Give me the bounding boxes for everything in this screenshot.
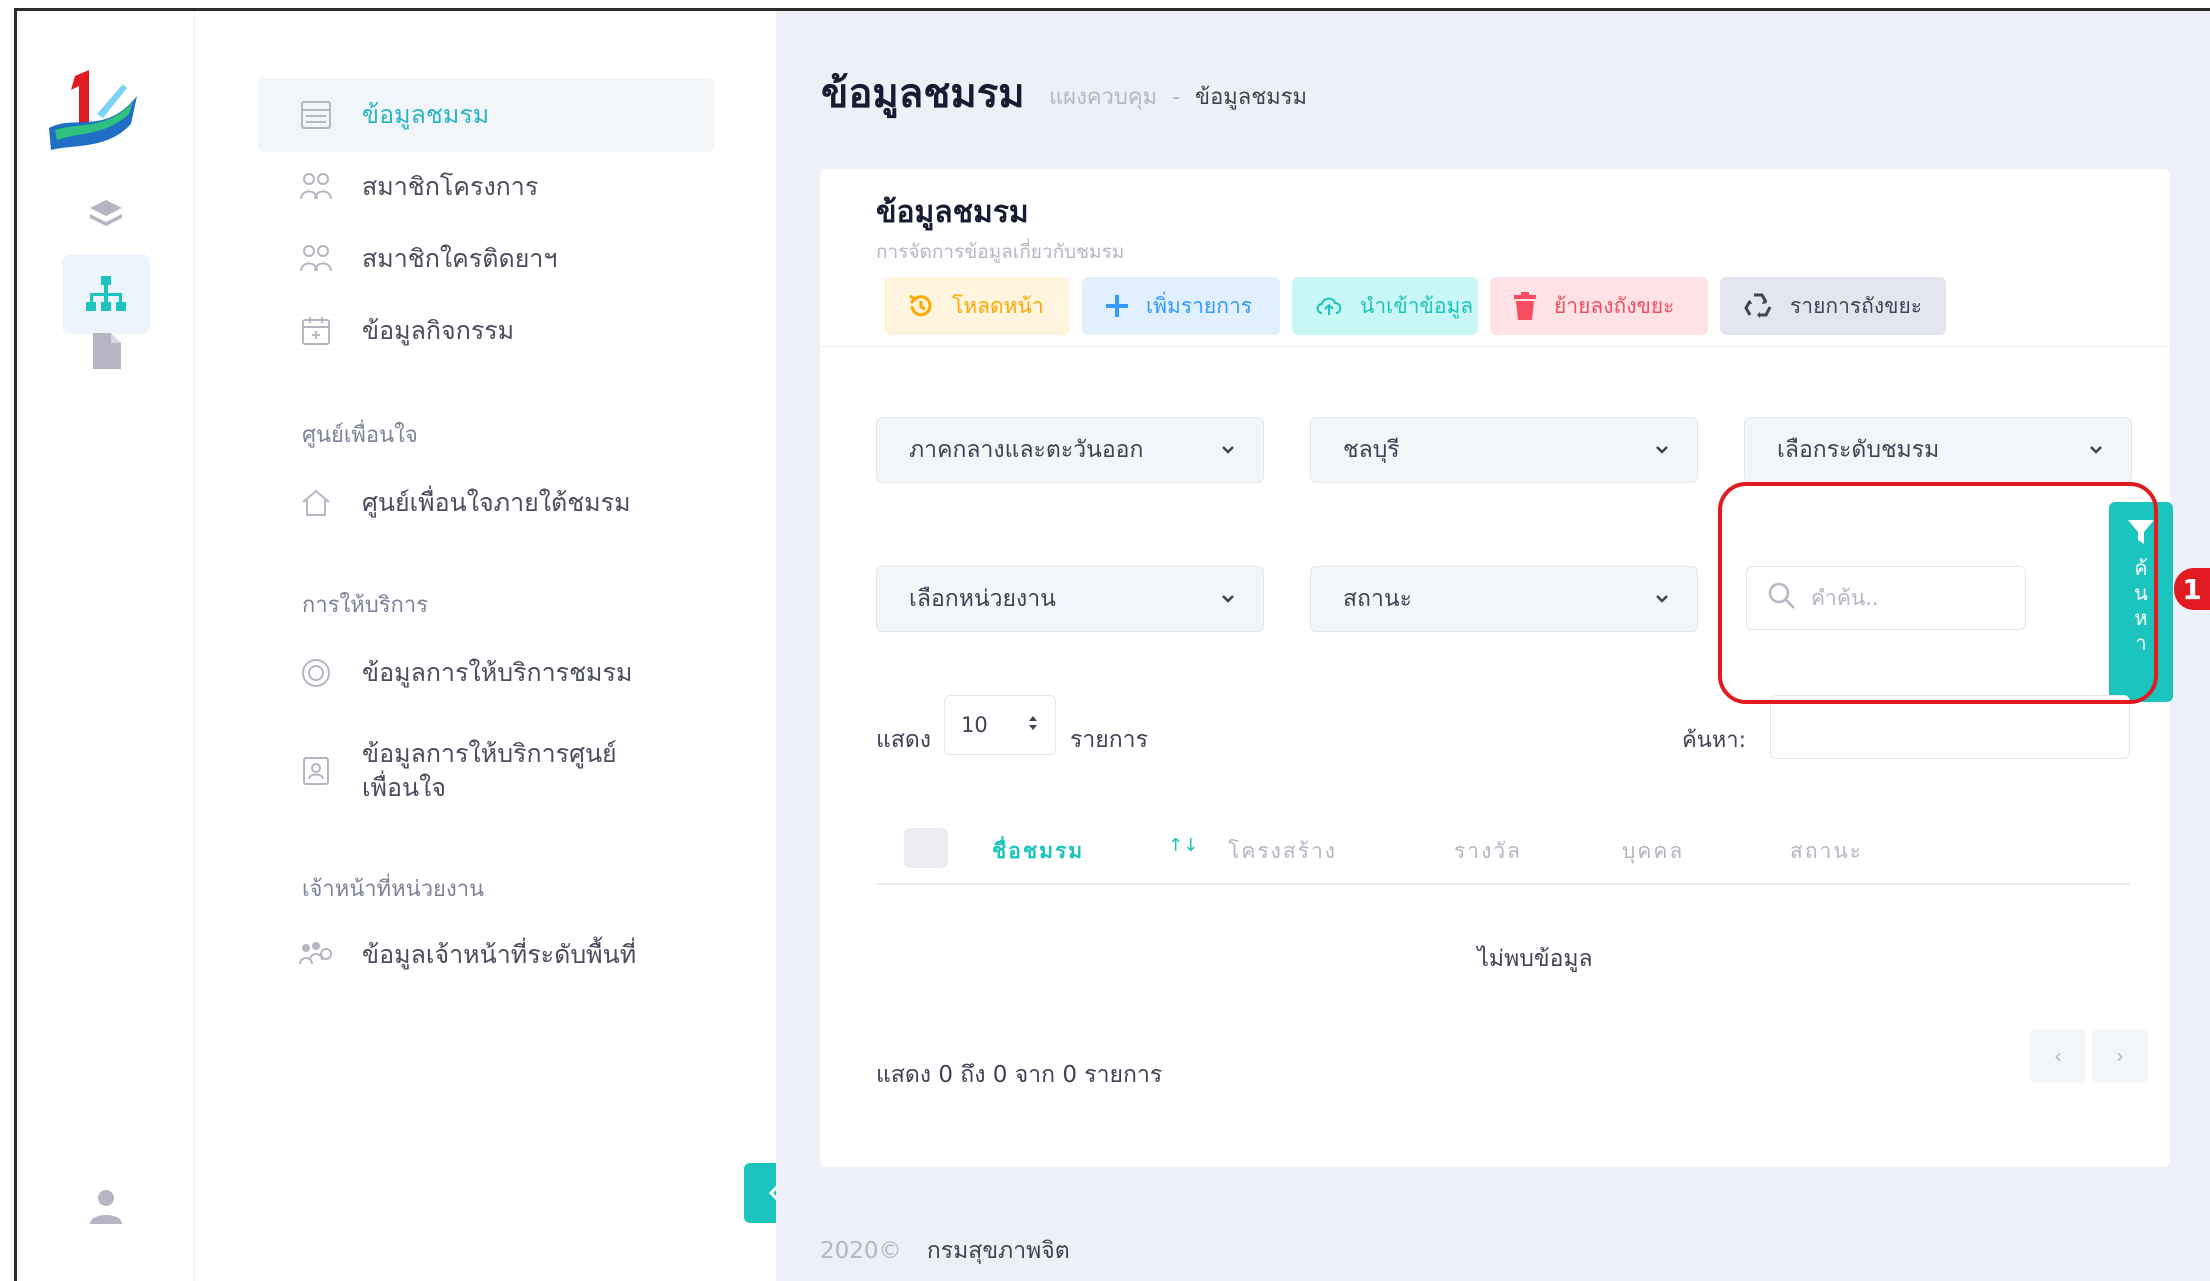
page-length-value: 10 xyxy=(961,713,988,737)
region-select-value: ภาคกลางและตะวันออก xyxy=(909,437,1144,463)
sidebar-item-label: ข้อมูลการให้บริการชมรม xyxy=(362,658,633,687)
sidebar-item-label: ข้อมูลการให้บริการศูนย์เพื่อนใจ xyxy=(362,739,617,802)
sidebar-item-label: ข้อมูลกิจกรรม xyxy=(362,316,515,345)
sidebar-item-project-members[interactable]: สมาชิกโครงการ xyxy=(258,150,714,224)
table-search-input[interactable] xyxy=(1770,695,2130,759)
sidebar-item-friend-center[interactable]: ศูนย์เพื่อนใจภายใต้ชมรม xyxy=(258,466,714,540)
user-icon[interactable] xyxy=(62,1166,150,1246)
trash-icon xyxy=(1512,291,1538,321)
sidebar-item-activities[interactable]: ข้อมูลกิจกรรม xyxy=(258,294,714,368)
breadcrumb-current: ข้อมูลชมรม xyxy=(1195,85,1308,110)
chevron-down-icon xyxy=(1221,594,1235,604)
agency-select-value: เลือกหน่วยงาน xyxy=(909,586,1056,612)
column-club-name[interactable]: ชื่อชมรม xyxy=(992,835,1084,868)
sort-updown-icon xyxy=(1027,713,1039,737)
plus-icon xyxy=(1104,293,1130,319)
staff-icon xyxy=(298,937,334,973)
icon-rail xyxy=(17,11,195,1281)
document-icon[interactable] xyxy=(62,311,150,391)
import-label: นำเข้าข้อมูล xyxy=(1360,293,1474,318)
breadcrumb-link-dashboard[interactable]: แผงควบคุม xyxy=(1049,85,1157,110)
chevron-down-icon xyxy=(1655,445,1669,455)
empty-table-message: ไม่พบข้อมูล xyxy=(1477,946,1593,972)
sidebar-item-label: ข้อมูลชมรม xyxy=(362,100,490,129)
home-icon xyxy=(298,485,334,521)
chevron-down-icon xyxy=(2089,445,2103,455)
status-select[interactable]: สถานะ xyxy=(1310,566,1698,632)
history-icon xyxy=(906,291,936,321)
annotation-marker: 1 xyxy=(2174,568,2210,610)
sidebar-menu: ข้อมูลชมรม สมาชิกโครงการ สมาชิกใครติดยาฯ… xyxy=(196,11,776,1281)
column-structure[interactable]: โครงสร้าง xyxy=(1228,835,1337,868)
status-select-value: สถานะ xyxy=(1343,586,1412,612)
table-info: แสดง 0 ถึง 0 จาก 0 รายการ xyxy=(876,1062,1163,1088)
page-title: ข้อมูลชมรม xyxy=(821,71,1025,117)
prev-page-button[interactable]: ‹ xyxy=(2030,1029,2086,1083)
region-select[interactable]: ภาคกลางและตะวันออก xyxy=(876,417,1264,483)
members-icon xyxy=(298,169,334,205)
column-award[interactable]: รางวัล xyxy=(1454,835,1522,868)
layers-icon[interactable] xyxy=(62,174,150,254)
reload-button[interactable]: โหลดหน้า xyxy=(884,277,1070,335)
id-card-icon xyxy=(298,753,334,789)
trash-list-label: รายการถังขยะ xyxy=(1790,293,1923,318)
table-header: ชื่อชมรม ↑↓ โครงสร้าง รางวัล บุคคล สถานะ xyxy=(876,809,2130,885)
sidebar-item-drug-members[interactable]: สมาชิกใครติดยาฯ xyxy=(258,222,714,296)
section-title-staff: เจ้าหน้าที่หน่วยงาน xyxy=(302,877,485,902)
section-title-services: การให้บริการ xyxy=(302,593,429,618)
target-icon xyxy=(298,655,334,691)
page-length-select[interactable]: 10 xyxy=(944,695,1056,755)
breadcrumb-separator: - xyxy=(1172,85,1181,110)
card-subtitle: การจัดการข้อมูลเกี่ยวกับชมรม xyxy=(876,241,1125,263)
footer: 2020© กรมสุขภาพจิต xyxy=(820,1233,1070,1269)
section-title-friend-center: ศูนย์เพื่อนใจ xyxy=(302,423,418,448)
trash-label: ย้ายลงถังขยะ xyxy=(1554,293,1675,318)
next-page-button[interactable]: › xyxy=(2092,1029,2148,1083)
move-to-trash-button[interactable]: ย้ายลงถังขยะ xyxy=(1490,277,1708,335)
footer-year: 2020© xyxy=(820,1238,902,1264)
import-data-button[interactable]: นำเข้าข้อมูล xyxy=(1292,277,1478,335)
club-level-select-value: เลือกระดับชมรม xyxy=(1777,437,1940,463)
sidebar-item-club-info[interactable]: ข้อมูลชมรม xyxy=(258,78,714,152)
province-select[interactable]: ชลบุรี xyxy=(1310,417,1698,483)
members-icon xyxy=(298,241,334,277)
agency-select[interactable]: เลือกหน่วยงาน xyxy=(876,566,1264,632)
sidebar-item-label: สมาชิกใครติดยาฯ xyxy=(362,244,558,273)
cloud-upload-icon xyxy=(1314,293,1344,319)
app-logo[interactable] xyxy=(45,66,155,176)
select-all-checkbox[interactable] xyxy=(904,828,948,868)
add-label: เพิ่มรายการ xyxy=(1146,293,1253,318)
club-level-select[interactable]: เลือกระดับชมรม xyxy=(1744,417,2132,483)
breadcrumb: แผงควบคุม - ข้อมูลชมรม xyxy=(1049,79,1307,114)
chevron-down-icon xyxy=(1655,594,1669,604)
sidebar-item-club-services[interactable]: ข้อมูลการให้บริการชมรม xyxy=(258,636,714,710)
chevron-down-icon xyxy=(1221,445,1235,455)
column-status[interactable]: สถานะ xyxy=(1790,835,1863,868)
add-item-button[interactable]: เพิ่มรายการ xyxy=(1082,277,1280,335)
recycle-icon xyxy=(1742,291,1774,321)
show-label: แสดง xyxy=(876,727,932,753)
reload-label: โหลดหน้า xyxy=(952,293,1044,318)
sidebar-item-center-services[interactable]: ข้อมูลการให้บริการศูนย์เพื่อนใจ xyxy=(258,726,714,816)
card-header: ข้อมูลชมรม การจัดการข้อมูลเกี่ยวกับชมรม … xyxy=(820,169,2170,347)
trash-list-button[interactable]: รายการถังขยะ xyxy=(1720,277,1946,335)
footer-org-link[interactable]: กรมสุขภาพจิต xyxy=(927,1238,1070,1264)
calendar-icon xyxy=(298,313,334,349)
card-title: ข้อมูลชมรม xyxy=(876,195,1029,230)
province-select-value: ชลบุรี xyxy=(1343,437,1400,463)
column-person[interactable]: บุคคล xyxy=(1622,835,1684,868)
table-icon xyxy=(298,97,334,133)
sidebar-item-area-staff[interactable]: ข้อมูลเจ้าหน้าที่ระดับพื้นที่ xyxy=(258,918,714,992)
sidebar-item-label: ข้อมูลเจ้าหน้าที่ระดับพื้นที่ xyxy=(362,940,637,969)
table-search-label: ค้นหา: xyxy=(1682,728,1747,753)
sidebar-item-label: สมาชิกโครงการ xyxy=(362,172,539,201)
sidebar-item-label: ศูนย์เพื่อนใจภายใต้ชมรม xyxy=(362,488,631,517)
annotation-highlight-box xyxy=(1718,482,2158,704)
sort-icon[interactable]: ↑↓ xyxy=(1168,835,1198,856)
entries-label: รายการ xyxy=(1070,727,1148,753)
